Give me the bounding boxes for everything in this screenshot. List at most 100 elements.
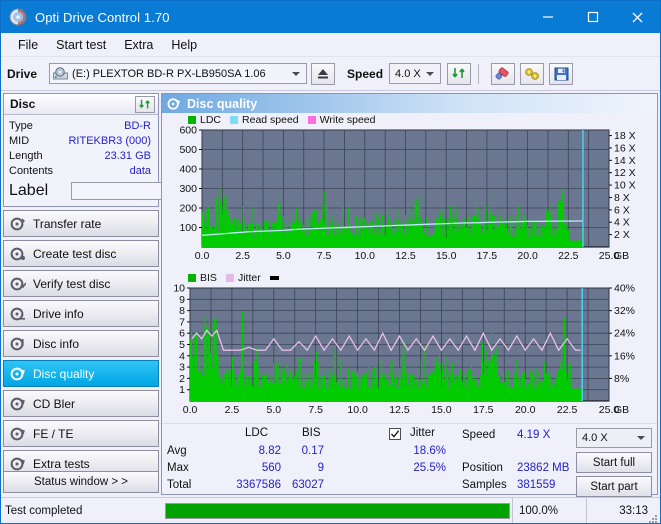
legend-swatch-ldc (188, 116, 196, 124)
disc-refresh-button[interactable] (135, 96, 155, 113)
svg-text:500: 500 (179, 144, 197, 156)
svg-text:17.5: 17.5 (477, 250, 498, 262)
stats-avg-jitter: 18.6% (413, 445, 446, 457)
legend-marker-black (269, 276, 279, 280)
sidebar-label: Verify test disc (33, 276, 111, 291)
chevron-down-icon (637, 436, 645, 440)
svg-text:3: 3 (179, 362, 185, 374)
right-panel: Disc quality LDC Read speed Write speed … (161, 93, 658, 497)
svg-text:5.0: 5.0 (266, 404, 281, 416)
disc-test-icon (10, 216, 26, 232)
svg-text:20.0: 20.0 (515, 404, 536, 416)
svg-text:2: 2 (179, 373, 185, 385)
stats-header-bis: BIS (302, 427, 321, 439)
sidebar-label: Extra tests (33, 456, 90, 471)
svg-text:0.0: 0.0 (195, 250, 210, 262)
stats-avg-ldc: 8.82 (258, 445, 281, 457)
resize-grip[interactable] (648, 511, 658, 523)
disc-panel-body: Type BD-R MID RITEKBR3 (000) Length 23.3… (4, 115, 276, 206)
jitter-checkbox[interactable] (389, 428, 401, 440)
svg-text:17.5: 17.5 (473, 404, 494, 416)
sidebar-item-transfer-rate[interactable]: Transfer rate (3, 210, 159, 237)
stats-row-key-avg: Avg (167, 445, 187, 457)
disc-label-row: Label (9, 180, 276, 202)
svg-text:6: 6 (179, 328, 185, 340)
stats-max-ldc: 560 (261, 462, 281, 474)
sidebar-item-create-test-disc[interactable]: Create test disc (3, 240, 159, 267)
stats-max-bis: 9 (317, 462, 324, 474)
drive-label: Drive (7, 66, 38, 81)
svg-text:12.5: 12.5 (389, 404, 410, 416)
sidebar-item-drive-info[interactable]: Drive info (3, 300, 159, 327)
disc-panel-header: Disc (4, 94, 158, 115)
start-full-button[interactable]: Start full (576, 452, 652, 473)
window-controls (525, 1, 660, 33)
svg-text:600: 600 (179, 125, 197, 137)
svg-text:7: 7 (179, 316, 185, 328)
maximize-button[interactable] (570, 1, 615, 33)
window-title: Opti Drive Control 1.70 (35, 9, 170, 25)
disc-test-icon (10, 396, 26, 412)
drive-select[interactable]: (E:) PLEXTOR BD-R PX-LB950SA 1.06 (49, 63, 308, 84)
legend-label-write-speed: Write speed (319, 114, 376, 126)
svg-text:10.0: 10.0 (355, 250, 376, 262)
tools-button[interactable] (520, 62, 545, 85)
svg-text:2.5: 2.5 (225, 404, 240, 416)
svg-text:8%: 8% (614, 373, 629, 385)
svg-text:16 X: 16 X (614, 142, 636, 154)
svg-text:9: 9 (179, 294, 185, 306)
stats-header-ldc: LDC (245, 427, 269, 439)
status-window-button[interactable]: Status window > > (3, 471, 159, 493)
sidebar-item-verify-test-disc[interactable]: Verify test disc (3, 270, 159, 297)
legend-swatch-read-speed (230, 116, 239, 124)
test-speed-value: 4.0 X (582, 432, 608, 444)
legend-swatch-write-speed (307, 116, 316, 124)
svg-text:4: 4 (179, 350, 185, 362)
speed-select[interactable]: 4.0 X (389, 63, 442, 84)
save-button[interactable] (549, 62, 574, 85)
sidebar-item-disc-quality[interactable]: Disc quality (3, 360, 159, 387)
minimize-button[interactable] (525, 1, 570, 33)
svg-text:8 X: 8 X (614, 192, 630, 204)
drive-toolbar: Drive (E:) PLEXTOR BD-R PX-LB950SA 1.06 … (1, 57, 660, 91)
disc-key-contents: Contents (9, 164, 54, 177)
test-speed-select[interactable]: 4.0 X (576, 428, 652, 448)
menu-file[interactable]: File (9, 36, 47, 54)
menu-help[interactable]: Help (162, 36, 206, 54)
svg-text:4 X: 4 X (614, 217, 630, 229)
title-bar: Opti Drive Control 1.70 (1, 1, 660, 33)
sidebar-item-disc-info[interactable]: Disc info (3, 330, 159, 357)
start-part-button[interactable]: Start part (576, 476, 652, 497)
svg-text:40%: 40% (614, 283, 635, 295)
sidebar-item-fe-te[interactable]: FE / TE (3, 420, 159, 447)
disc-panel-title: Disc (10, 97, 36, 111)
svg-text:14 X: 14 X (614, 155, 636, 167)
sidebar-item-cd-bler[interactable]: CD Bler (3, 390, 159, 417)
svg-text:7.5: 7.5 (308, 404, 323, 416)
svg-text:2 X: 2 X (614, 229, 630, 241)
menu-extra[interactable]: Extra (115, 36, 162, 54)
stats-row-key-max: Max (167, 462, 189, 474)
svg-text:12.5: 12.5 (395, 250, 416, 262)
disc-quality-icon (10, 366, 26, 382)
app-disc-icon (9, 8, 27, 26)
disc-row-mid: MID RITEKBR3 (000) (9, 133, 153, 148)
svg-text:10.0: 10.0 (347, 404, 368, 416)
app-window: Opti Drive Control 1.70 File Start test … (0, 0, 661, 524)
drive-disc-icon (53, 67, 69, 80)
stats-avg-bis: 0.17 (301, 445, 324, 457)
disc-row-contents: Contents data (9, 163, 153, 178)
close-button[interactable] (615, 1, 660, 33)
progress-percent: 100.0% (512, 498, 586, 523)
stats-value-position: 23862 MB (517, 462, 570, 474)
disc-test-icon (10, 276, 27, 292)
svg-text:5.0: 5.0 (276, 250, 291, 262)
disc-info-icon (10, 336, 26, 352)
refresh-drive-button[interactable] (447, 62, 472, 85)
svg-text:10 X: 10 X (614, 180, 636, 192)
erase-button[interactable] (491, 62, 516, 85)
menu-start-test[interactable]: Start test (47, 36, 115, 54)
eject-button[interactable] (311, 62, 336, 85)
menu-bar: File Start test Extra Help (1, 33, 660, 57)
ldc-chart-canvas: 100 200 300 400 500 600 2 X4 X6 X8 X10 X12 X14… (179, 125, 636, 263)
